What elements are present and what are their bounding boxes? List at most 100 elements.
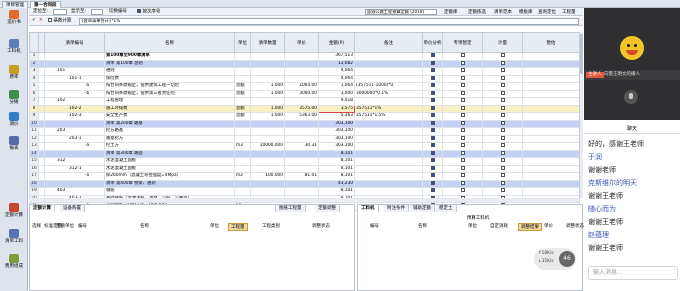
estimate-cell[interactable] (522, 127, 580, 136)
checkbox-icon[interactable] (500, 128, 505, 132)
row-number[interactable]: 5 (29, 82, 39, 91)
checkbox-icon[interactable] (430, 173, 435, 177)
checkbox-icon[interactable] (430, 135, 435, 140)
flag-analysis-cell[interactable] (422, 82, 443, 91)
bill-name[interactable]: 清单 第400章 桥梁、涵洞 (104, 179, 235, 188)
estimate-cell[interactable] (522, 89, 580, 98)
checkbox-icon[interactable] (500, 150, 505, 155)
bill-unit[interactable] (234, 157, 251, 166)
bill-qty[interactable]: 1.000 (250, 82, 285, 91)
table-row[interactable]: 12 203-1 路基挖方 303,100 (29, 134, 580, 143)
flag-measure-cell[interactable] (482, 82, 523, 91)
estimate-cell[interactable] (522, 179, 580, 188)
checkbox-icon[interactable] (430, 105, 435, 110)
flag-analysis-cell[interactable] (422, 187, 443, 196)
bill-code[interactable] (44, 179, 105, 188)
bill-code[interactable]: 101-1 (44, 74, 105, 83)
bill-amount[interactable]: 3,000 (318, 89, 355, 98)
checkbox-icon[interactable] (500, 60, 505, 65)
flag-analysis-cell[interactable] (422, 119, 443, 128)
row-number[interactable]: 17 (29, 172, 39, 181)
nav-item-8[interactable]: 费用组成 (1, 254, 27, 270)
row-number[interactable]: 16 (29, 164, 39, 173)
table-row[interactable]: 18 清单 第400章 桥梁、涵洞 43,230 (29, 179, 580, 188)
bill-unit[interactable]: m2 (234, 172, 251, 181)
flag-special-cell[interactable] (442, 104, 483, 113)
flag-measure-cell[interactable] (482, 157, 523, 166)
flag-measure-cell[interactable] (482, 142, 523, 151)
bill-code[interactable]: 312-1 (44, 164, 105, 173)
bill-amount[interactable]: 43,230 (318, 179, 355, 188)
checkbox-icon[interactable] (500, 53, 505, 57)
checkbox-icon[interactable] (460, 75, 465, 80)
bill-amount[interactable]: 3,575 (318, 104, 355, 113)
bill-amount[interactable]: 5,363 (318, 112, 355, 121)
nav-item-4[interactable]: 调价 (1, 112, 27, 128)
toolbar-button[interactable]: 查询定位 (535, 9, 559, 15)
bill-price[interactable] (284, 134, 319, 143)
row-number[interactable]: 1 (29, 52, 39, 61)
bill-unit[interactable] (234, 164, 251, 173)
bill-unit[interactable] (234, 179, 251, 188)
bill-price[interactable] (284, 97, 319, 106)
checkbox-icon[interactable] (460, 98, 465, 102)
checkbox-icon[interactable] (460, 83, 465, 87)
row-number[interactable]: 3 (29, 67, 39, 76)
col-header-qty[interactable]: 清单数量 (250, 32, 285, 53)
flag-special-cell[interactable] (442, 134, 483, 143)
bill-remark[interactable]: 357511*1.5% (354, 112, 423, 121)
bill-unit[interactable]: 总额 (234, 82, 251, 91)
bill-name[interactable]: 保险费 (104, 74, 235, 83)
bill-price[interactable] (284, 164, 319, 173)
quota-col-header[interactable]: 工程量 (228, 223, 248, 231)
bill-code[interactable]: 403 (44, 187, 105, 196)
flag-measure-cell[interactable] (482, 104, 523, 113)
flag-analysis-cell[interactable] (422, 67, 443, 76)
col-header-remark[interactable]: 备注 (354, 32, 423, 53)
bill-amount[interactable]: 9,018 (318, 97, 355, 106)
bill-qty[interactable] (250, 187, 285, 196)
flag-analysis-cell[interactable] (422, 97, 443, 106)
bill-qty[interactable]: 10000.000 (250, 142, 285, 151)
bill-qty[interactable] (250, 74, 285, 83)
checkbox-icon[interactable] (430, 165, 435, 170)
nav-item-3[interactable]: 分摊 (1, 90, 27, 106)
checkbox-icon[interactable] (460, 90, 465, 95)
estimate-cell[interactable] (522, 172, 580, 181)
quota-col-header[interactable]: 工程类别 (262, 223, 280, 229)
checkbox-icon[interactable] (460, 150, 465, 155)
row-number[interactable]: 14 (29, 149, 39, 158)
bill-unit[interactable]: 总额 (234, 112, 251, 121)
bill-name[interactable]: 钢筋 (104, 187, 235, 196)
flag-measure-cell[interactable] (482, 59, 523, 68)
bill-name[interactable]: 厚260mm（混凝土弯拉强度=4Mpa） (104, 172, 235, 181)
bill-name[interactable]: 水泥混凝土面板 (104, 157, 235, 166)
checkbox-icon[interactable] (460, 120, 465, 125)
bill-qty[interactable]: 1.000 (250, 89, 285, 98)
nav-item-6[interactable]: 定额计算 (1, 203, 27, 219)
bill-code[interactable]: -b (44, 89, 105, 98)
table-row[interactable]: 11 203 挖方路基 303,100 (29, 127, 580, 136)
bill-price[interactable] (284, 59, 319, 68)
bill-price[interactable] (284, 149, 319, 158)
checkbox-icon[interactable] (460, 173, 465, 177)
bill-code[interactable]: -a (44, 172, 105, 181)
material-col-header[interactable]: 单价 (544, 223, 553, 229)
bill-unit[interactable] (234, 187, 251, 196)
estimate-cell[interactable] (522, 149, 580, 158)
tab-project-management[interactable]: 项目管理 (2, 1, 28, 8)
display-select[interactable] (91, 9, 103, 15)
estimate-cell[interactable] (522, 187, 580, 196)
bill-code[interactable]: 203-1 (44, 134, 105, 143)
bill-remark[interactable] (354, 134, 423, 143)
bill-price[interactable] (284, 187, 319, 196)
table-row[interactable]: 8 102-2 施工环保费 总额 1.000 3575.00 3,575 357511*1% (29, 104, 580, 113)
tab-contract-section[interactable]: 第一合同段 (30, 1, 61, 8)
estimate-cell[interactable] (522, 82, 580, 91)
flag-special-cell[interactable] (442, 74, 483, 83)
bill-unit[interactable]: m3 (234, 142, 251, 151)
col-header-name[interactable]: 名称 (104, 32, 235, 53)
seq-number-checkbox[interactable]: 按次序号 (137, 9, 160, 15)
flag-special-cell[interactable] (442, 97, 483, 106)
bill-name[interactable]: 水泥混凝土面板 (104, 164, 235, 173)
